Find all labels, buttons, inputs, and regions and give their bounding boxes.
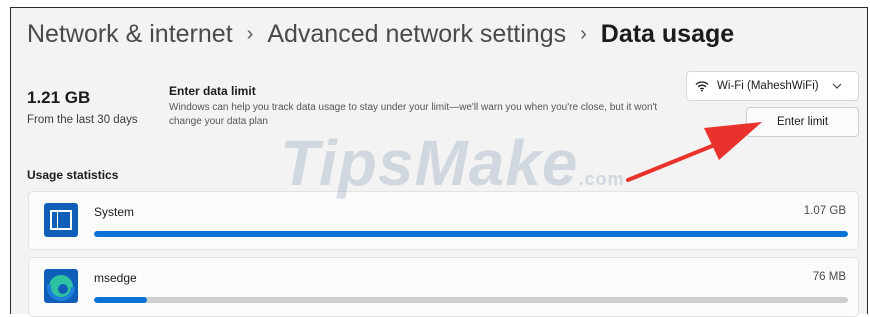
usage-period: From the last 30 days: [27, 114, 138, 126]
usage-bar-fill: [94, 231, 848, 237]
wifi-icon: [695, 81, 709, 92]
breadcrumb: Network & internet › Advanced network se…: [27, 20, 734, 49]
app-usage-row-msedge[interactable]: msedge 76 MB: [28, 257, 859, 317]
watermark-suffix: .com: [578, 169, 625, 189]
app-name: System: [94, 205, 135, 219]
app-data-size: 1.07 GB: [803, 205, 846, 217]
breadcrumb-item-advanced[interactable]: Advanced network settings: [267, 20, 566, 49]
network-select[interactable]: Wi-Fi (MaheshWiFi): [686, 71, 859, 101]
usage-summary: 1.21 GB From the last 30 days: [27, 88, 138, 126]
breadcrumb-separator: ›: [246, 23, 254, 45]
watermark: TipsMake.com: [280, 126, 625, 200]
enter-limit-button[interactable]: Enter limit: [746, 107, 859, 137]
usage-bar: [94, 231, 848, 237]
system-window-icon: [44, 203, 78, 237]
total-usage: 1.21 GB: [27, 88, 91, 107]
data-limit-section: Enter data limit Windows can help you tr…: [169, 84, 689, 129]
breadcrumb-item-network[interactable]: Network & internet: [27, 20, 233, 49]
usage-statistics-heading: Usage statistics: [27, 168, 119, 182]
watermark-text: TipsMake: [280, 127, 579, 199]
page-title: Data usage: [600, 20, 735, 48]
chevron-down-icon: [832, 83, 842, 89]
app-name: msedge: [94, 271, 137, 285]
edge-icon: [44, 269, 78, 303]
usage-bar: [94, 297, 848, 303]
usage-bar-fill: [94, 297, 147, 303]
breadcrumb-separator: ›: [580, 23, 587, 45]
data-limit-title: Enter data limit: [169, 84, 256, 98]
network-select-value: Wi-Fi (MaheshWiFi): [717, 80, 819, 92]
data-limit-description: Windows can help you track data usage to…: [169, 102, 658, 127]
app-data-size: 76 MB: [812, 271, 846, 283]
